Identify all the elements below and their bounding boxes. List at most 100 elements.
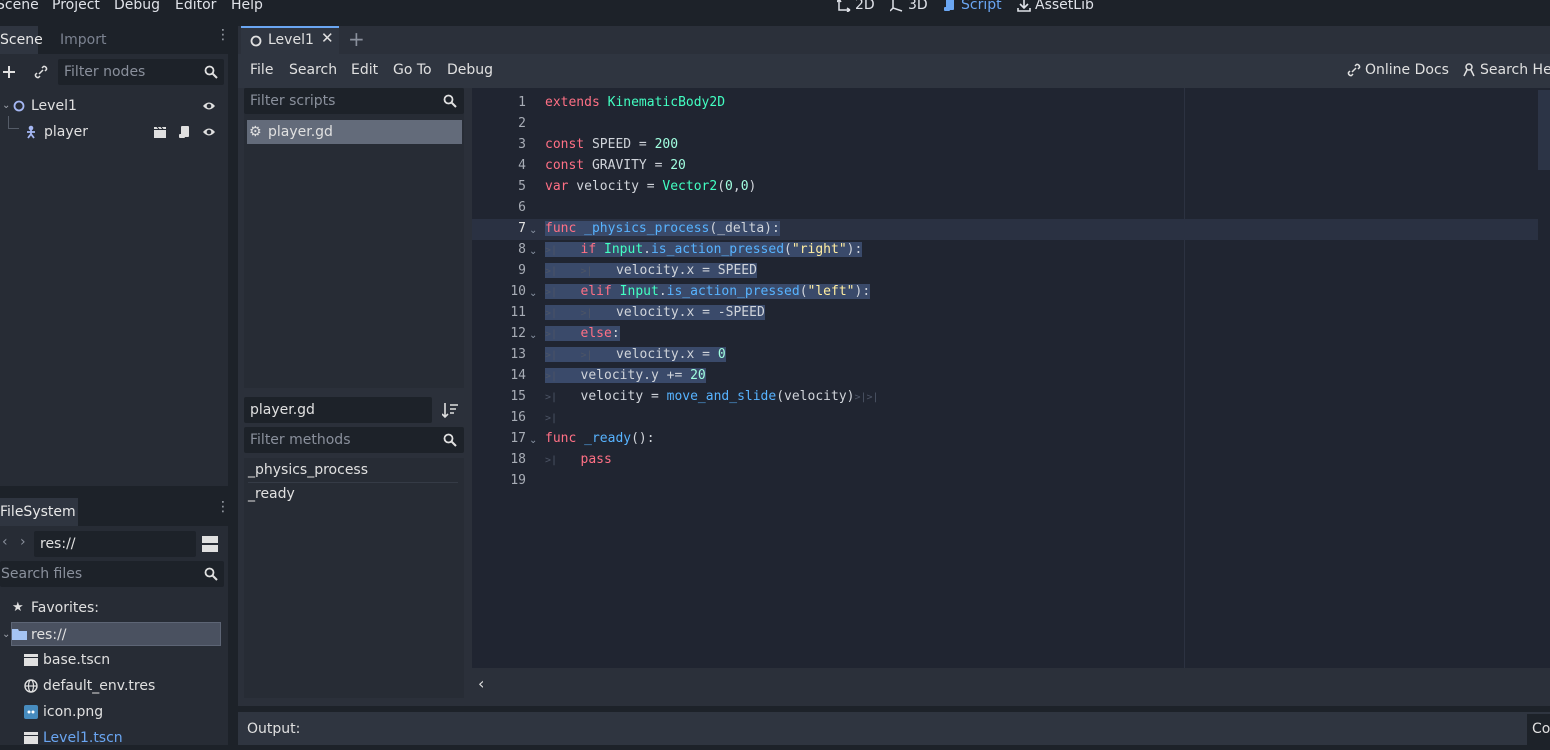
script-item-label: player.gd [268,124,333,140]
code-line: func _ready(): [545,431,655,446]
menu-project[interactable]: Project [52,0,100,13]
methods-list: _physics_process _ready [244,458,464,698]
tree-item-player[interactable]: player [0,116,228,144]
tree-connector [8,116,19,129]
chevron-down-icon[interactable]: ⌄ [2,94,10,118]
bottom-panel: Output: Co [238,712,1550,745]
visibility-icon[interactable] [202,99,216,113]
filter-methods-placeholder: Filter methods [250,432,351,448]
code-line: >| else: [545,326,620,341]
tab-scene[interactable]: Scene [0,26,43,54]
search-icon [443,94,457,108]
fold-arrow-icon[interactable]: ⌄ [529,288,537,299]
script-menu-edit[interactable]: Edit [351,62,378,78]
split-view-icon[interactable] [202,536,218,552]
filter-nodes-input[interactable]: Filter nodes [58,59,224,85]
scene-file-icon [24,654,38,666]
fold-arrow-icon[interactable]: ⌄ [529,330,537,341]
menu-help[interactable]: Help [231,0,263,13]
folder-res-root[interactable]: ⌄ res:// [2,622,221,646]
script-menu-file[interactable]: File [250,62,273,78]
minimap[interactable] [1538,90,1550,170]
online-docs-label: Online Docs [1365,62,1449,78]
online-docs-button[interactable]: Online Docs [1347,62,1449,78]
line-number: 16 [510,410,526,425]
script-menu-goto[interactable]: Go To [393,62,432,78]
script-menu-search[interactable]: Search [289,62,337,78]
tree-item-label: Level1 [31,98,77,114]
script-item[interactable]: ⚙ player.gd [247,120,462,144]
search-files-input[interactable]: Search files [0,561,224,587]
tab-label: Level1 [268,32,314,48]
search-help-button[interactable]: Search He [1462,62,1550,78]
copy-button[interactable]: Co [1527,714,1550,745]
method-item[interactable]: _ready [248,482,295,506]
fold-arrow-icon[interactable]: ⌄ [529,225,537,236]
current-script-field: player.gd [244,397,432,423]
image-file-icon [24,705,38,719]
link-icon [1347,63,1361,77]
chevron-down-icon[interactable]: ⌄ [2,623,10,647]
search-icon [204,567,218,581]
tab-filesystem[interactable]: FileSystem [0,498,78,526]
sort-icon[interactable] [442,402,458,418]
line-number: 10 [510,284,526,299]
path-field[interactable]: res:// [34,531,196,557]
copy-button-label: Co [1532,721,1550,737]
dock-menu-icon[interactable]: ⋮ [216,28,230,42]
filter-scripts-placeholder: Filter scripts [250,93,336,109]
file-label: default_env.tres [43,678,156,694]
method-item[interactable]: _physics_process [248,458,458,483]
dock-menu-icon[interactable]: ⋮ [216,500,230,514]
fold-arrow-icon[interactable]: ⌄ [529,435,537,446]
line-number: 12 [510,326,526,341]
environment-icon [24,679,38,693]
back-icon[interactable]: ‹ [2,534,8,550]
fold-arrow-icon[interactable]: ⌄ [529,246,537,257]
menu-scene[interactable]: Scene [0,0,39,13]
line-number: 7 [518,221,526,236]
search-files-placeholder: Search files [1,566,83,582]
toggle-scripts-panel-icon[interactable]: ‹ [478,674,484,693]
methods-panel: player.gd Filter methods _physics_proces… [244,396,464,698]
code-line: >| >| velocity.x = SPEED [545,263,757,278]
filter-scripts-input[interactable]: Filter scripts [244,88,464,114]
tree-item-level1[interactable]: ⌄ Level1 [0,94,228,118]
scene-tree-panel: Filter nodes ⌄ Level1 player [0,54,228,486]
kinematic-body-icon [27,125,35,139]
scripts-panel: Filter scripts ⚙ player.gd [244,88,464,388]
workspace-2d-button[interactable]: 2D [837,0,875,13]
add-node-icon[interactable] [2,65,16,79]
workspace-assetlib-button[interactable]: AssetLib [1017,0,1094,13]
add-tab-icon[interactable]: + [348,27,365,51]
file-label: Level1.tscn [43,730,123,746]
forward-icon[interactable]: › [20,534,26,550]
menu-debug[interactable]: Debug [114,0,160,13]
line-number: 17 [510,431,526,446]
3d-icon [890,0,903,12]
workspace-2d-label: 2D [855,0,875,13]
visibility-icon[interactable] [202,125,216,139]
instance-scene-icon[interactable] [153,126,167,138]
close-icon[interactable]: ✕ [321,29,334,47]
code-line: >| pass [545,452,612,467]
attached-script-icon[interactable] [178,125,191,139]
workspace-3d-button[interactable]: 3D [890,0,928,13]
code-line: >| >| velocity.x = 0 [545,347,726,362]
link-icon[interactable] [34,65,48,79]
code-line: >| elif Input.is_action_pressed("left"): [545,284,871,299]
script-toolbar: File Search Edit Go To Debug Online Docs… [238,54,1550,88]
line-number: 3 [518,137,526,152]
menu-editor[interactable]: Editor [175,0,216,13]
script-menu-debug[interactable]: Debug [447,62,493,78]
code-line: >| if Input.is_action_pressed("right"): [545,242,863,257]
path-value: res:// [40,536,76,552]
code-line: const GRAVITY = 20 [545,158,686,173]
line-number: 19 [510,473,526,488]
workspace-script-button[interactable]: Script [943,0,1002,13]
current-script-name: player.gd [250,402,315,418]
tab-level1[interactable]: Level1 ✕ [241,26,339,54]
tab-import[interactable]: Import [54,26,112,54]
filter-methods-input[interactable]: Filter methods [244,427,464,453]
script-icon [944,0,954,11]
